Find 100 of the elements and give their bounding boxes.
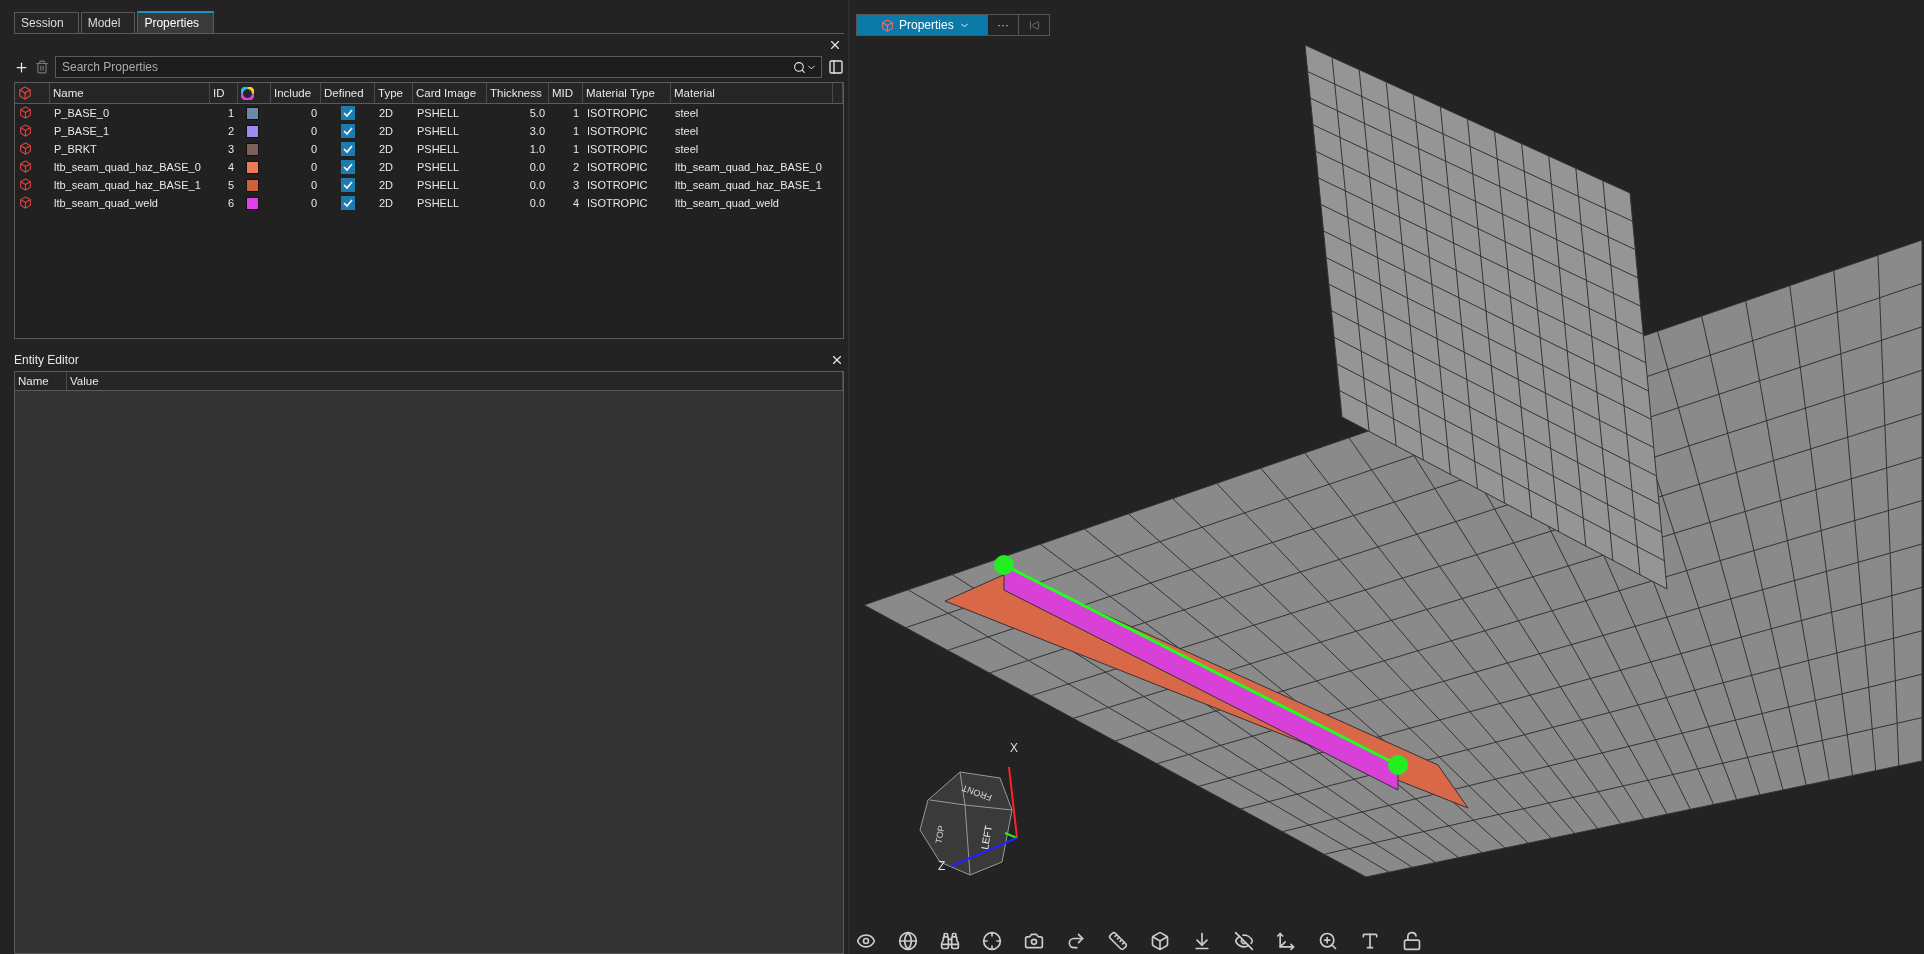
close-icon[interactable] (830, 353, 844, 367)
column-header[interactable]: Thickness (487, 83, 549, 103)
column-header[interactable]: Include (271, 83, 321, 103)
property-icon (19, 195, 32, 209)
color-swatch[interactable] (246, 142, 259, 156)
checkbox[interactable] (341, 160, 355, 174)
table-cell-text: 2D (378, 197, 395, 209)
column-header[interactable]: Material (671, 83, 833, 103)
table-cell-text: PSHELL (416, 125, 461, 137)
checkbox[interactable] (341, 196, 355, 210)
table-cell-text: 0.0 (528, 161, 546, 173)
eye-off-icon[interactable] (1234, 931, 1254, 951)
close-icon[interactable] (828, 38, 842, 52)
table-cell-text: ISOTROPIC (586, 161, 649, 173)
color-swatch[interactable] (246, 196, 259, 210)
cube-face-label: TOP (933, 824, 947, 845)
table-cell-text: 1.0 (528, 143, 546, 155)
table-cell-text: ltb_seam_quad_haz_BASE_1 (53, 179, 202, 191)
panel-tab[interactable]: Session (14, 12, 79, 33)
panel-layout-icon[interactable] (828, 59, 844, 75)
trash-icon[interactable] (35, 60, 49, 74)
color-swatch[interactable] (246, 178, 259, 192)
table-cell-text: steel (674, 143, 700, 155)
column-header[interactable]: Material Type (583, 83, 671, 103)
table-cell-text: 2D (378, 125, 395, 137)
color-swatch[interactable] (246, 124, 259, 138)
color-swatch[interactable] (246, 106, 259, 120)
table-cell-text: 4 (571, 197, 580, 209)
property-icon (19, 177, 32, 191)
checkbox[interactable] (341, 124, 355, 138)
property-icon (18, 86, 32, 100)
table-cell-text: ISOTROPIC (586, 143, 649, 155)
axis-label: Z (938, 859, 946, 873)
table-cell-text: 0.0 (528, 197, 546, 209)
property-icon (19, 159, 32, 173)
color-wheel-icon (241, 86, 254, 100)
checkbox[interactable] (341, 106, 355, 120)
globe-icon[interactable] (898, 931, 918, 951)
table-cell-text: 2 (571, 161, 580, 173)
add-icon[interactable] (14, 59, 29, 75)
table-cell-text: 2D (378, 143, 395, 155)
table-cell-text: ltb_seam_quad_haz_BASE_0 (674, 161, 823, 173)
table-cell-text: steel (674, 107, 700, 119)
table-cell-text: 1 (226, 107, 235, 119)
axis-label: X (1010, 741, 1018, 755)
table-cell-text: 2D (378, 161, 395, 173)
table-cell-text: 0 (309, 107, 318, 119)
table-cell-text: P_BASE_0 (53, 107, 111, 119)
skip-back-icon[interactable] (1028, 19, 1040, 31)
checkbox[interactable] (341, 178, 355, 192)
column-header[interactable]: Defined (321, 83, 375, 103)
box-icon[interactable] (1150, 931, 1170, 951)
table-cell-text: ltb_seam_quad_weld (53, 197, 159, 209)
property-icon (881, 18, 894, 32)
table-cell-text: P_BASE_1 (53, 125, 111, 137)
column-header[interactable]: Name (50, 83, 210, 103)
table-cell-text: 5 (226, 179, 235, 191)
lock-open-icon[interactable] (1402, 931, 1422, 951)
color-swatch[interactable] (246, 160, 259, 174)
ruler-icon[interactable] (1108, 931, 1128, 951)
table-cell-text: PSHELL (416, 143, 461, 155)
table-cell-text: PSHELL (416, 197, 461, 209)
table-cell-text: ISOTROPIC (586, 125, 649, 137)
redo-icon[interactable] (1066, 931, 1086, 951)
zoom-in-icon[interactable] (1318, 931, 1338, 951)
text-icon[interactable] (1360, 931, 1380, 951)
crosshair-icon[interactable] (982, 931, 1002, 951)
table-cell-text: PSHELL (416, 179, 461, 191)
table-cell-text: 5.0 (528, 107, 546, 119)
column-header[interactable]: Type (375, 83, 413, 103)
property-icon (19, 141, 32, 155)
column-header[interactable]: Value (67, 372, 843, 390)
column-header[interactable]: Card Image (413, 83, 487, 103)
column-header[interactable]: MID (549, 83, 583, 103)
properties-dropdown[interactable]: Properties (857, 15, 987, 35)
table-cell-text: ISOTROPIC (586, 197, 649, 209)
table-cell-text: 0.0 (528, 179, 546, 191)
download-icon[interactable] (1192, 931, 1212, 951)
table-cell-text: ltb_seam_quad_haz_BASE_1 (674, 179, 823, 191)
axes-icon[interactable] (1276, 931, 1296, 951)
search-icon[interactable] (793, 60, 806, 74)
checkbox[interactable] (341, 142, 355, 156)
search-field[interactable]: Search Properties (55, 56, 822, 78)
panel-title: Entity Editor (14, 353, 79, 367)
table-cell-text: ISOTROPIC (586, 107, 649, 119)
more-button[interactable]: ··· (987, 15, 1018, 35)
table-cell-text: 1 (571, 125, 580, 137)
column-header[interactable]: Name (15, 372, 67, 390)
binoculars-icon[interactable] (940, 931, 960, 951)
panel-tab[interactable]: Properties (137, 11, 215, 33)
camera-icon[interactable] (1024, 931, 1044, 951)
view-cube[interactable] (919, 771, 1013, 876)
table-cell-text: steel (674, 125, 700, 137)
search-input[interactable]: Search Properties (60, 59, 793, 75)
panel-tab[interactable]: Model (80, 12, 136, 33)
eye-icon[interactable] (856, 931, 876, 951)
table-cell-text: 2 (226, 125, 235, 137)
table-cell-text: 4 (226, 161, 235, 173)
column-header[interactable]: ID (210, 83, 238, 103)
table-cell-text: 0 (309, 125, 318, 137)
